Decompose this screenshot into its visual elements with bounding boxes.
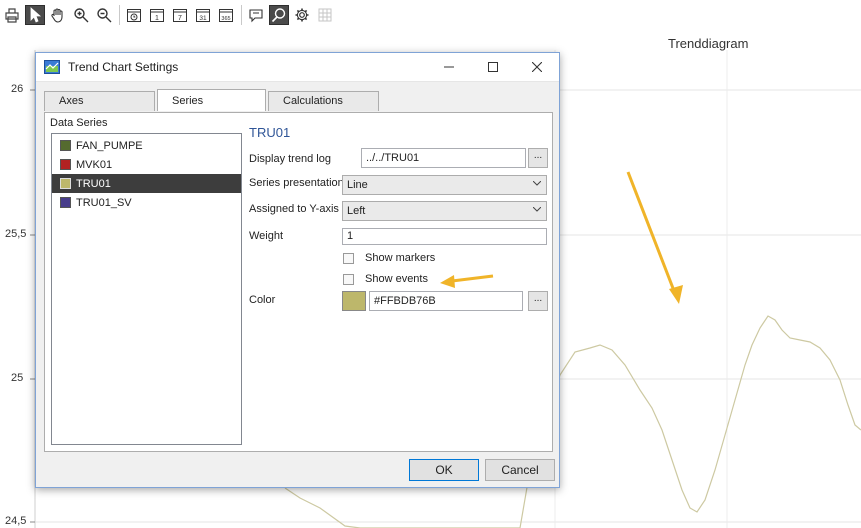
tab-axes[interactable]: Axes [44, 91, 155, 111]
weight-label: Weight [249, 230, 284, 242]
series-item-label: FAN_PUMPE [76, 139, 143, 152]
dialog-titlebar[interactable]: Trend Chart Settings [36, 53, 559, 82]
series-item-tru01-sv[interactable]: TRU01_SV [52, 193, 241, 212]
weight-input[interactable]: 1 [342, 228, 547, 245]
series-tab-panel: Data Series FAN_PUMPE MVK01 TRU01 TRU01_… [44, 112, 553, 452]
show-events-label: Show events [365, 273, 428, 285]
series-item-tru01[interactable]: TRU01 [52, 174, 241, 193]
chevron-down-icon [533, 207, 541, 212]
settings-tabs: Axes Series Calculations [44, 89, 381, 113]
series-item-label: TRU01 [76, 177, 111, 190]
display-trend-log-label: Display trend log [249, 153, 331, 165]
minimize-icon[interactable] [427, 53, 471, 81]
browse-trend-log-button[interactable]: ... [528, 148, 548, 168]
show-markers-checkbox[interactable] [343, 253, 354, 264]
series-presentation-value: Line [347, 179, 368, 191]
tab-calculations[interactable]: Calculations [268, 91, 379, 111]
assigned-y-axis-select[interactable]: Left [342, 201, 547, 221]
cancel-button[interactable]: Cancel [485, 459, 555, 481]
series-color-swatch [60, 159, 71, 170]
data-series-label: Data Series [50, 117, 108, 129]
series-item-label: MVK01 [76, 158, 113, 171]
series-item-label: TRU01_SV [76, 196, 132, 209]
series-item-mvk01[interactable]: MVK01 [52, 155, 241, 174]
trend-chart-settings-dialog: Trend Chart Settings Axes Series Calcula… [35, 52, 560, 488]
show-markers-label: Show markers [365, 252, 436, 264]
assigned-y-axis-label: Assigned to Y-axis [249, 203, 339, 215]
series-item-fan-pumpe[interactable]: FAN_PUMPE [52, 136, 241, 155]
show-events-checkbox[interactable] [343, 274, 354, 285]
color-picker-button[interactable]: ... [528, 291, 548, 311]
color-swatch[interactable] [342, 291, 366, 311]
selected-series-title: TRU01 [249, 125, 291, 140]
assigned-y-axis-value: Left [347, 205, 366, 217]
close-icon[interactable] [515, 53, 559, 81]
dialog-title: Trend Chart Settings [68, 60, 179, 74]
data-series-list[interactable]: FAN_PUMPE MVK01 TRU01 TRU01_SV [51, 133, 242, 445]
series-presentation-select[interactable]: Line [342, 175, 547, 195]
series-color-swatch [60, 178, 71, 189]
series-color-swatch [60, 140, 71, 151]
maximize-icon[interactable] [471, 53, 515, 81]
series-color-swatch [60, 197, 71, 208]
tab-series[interactable]: Series [157, 89, 266, 111]
display-trend-log-input[interactable]: ../../TRU01 [361, 148, 526, 168]
ok-button[interactable]: OK [409, 459, 479, 481]
color-label: Color [249, 294, 276, 306]
chart-app-icon [44, 60, 60, 74]
color-value-input[interactable]: #FFBDB76B [369, 291, 523, 311]
chevron-down-icon [533, 181, 541, 186]
series-presentation-label: Series presentation [249, 177, 344, 189]
